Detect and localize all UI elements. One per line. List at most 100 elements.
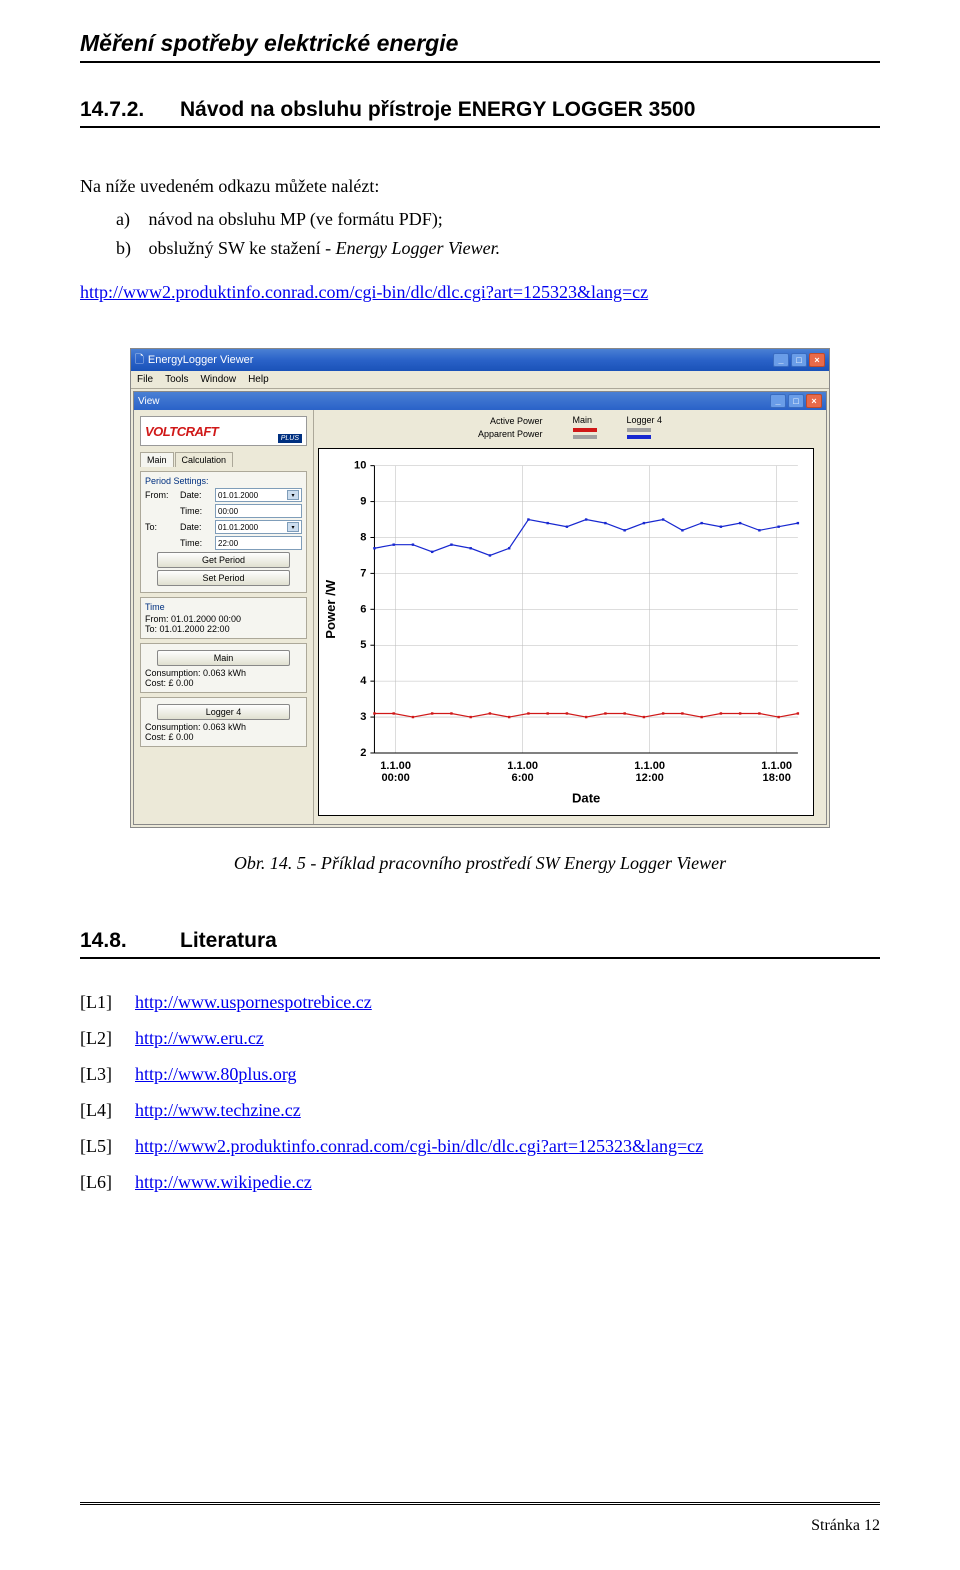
svg-text:1.1.00: 1.1.00 [761,761,792,773]
ref-link-1[interactable]: http://www.uspornespotrebice.cz [135,984,372,1020]
legend-active-label: Active Power [490,416,543,426]
ref-link-5[interactable]: http://www2.produktinfo.conrad.com/cgi-b… [135,1128,703,1164]
from-time-input[interactable]: 00:00 [215,504,302,518]
list-label-a: a) [116,205,144,234]
section-title: Návod na obsluhu přístroje ENERGY LOGGER… [180,98,695,122]
legend-swatch-gray [573,435,597,439]
chevron-down-icon[interactable]: ▾ [287,522,299,532]
legend-swatch-gray2 [627,428,651,432]
window-titlebar: 🗋 EnergyLogger Viewer _ □ × [131,349,829,371]
ref-link-6[interactable]: http://www.wikipedie.cz [135,1164,312,1200]
date-label: Date: [180,490,212,500]
to-date-input[interactable]: 01.01.2000 ▾ [215,520,302,534]
page-number: Stránka 12 [811,1517,880,1535]
svg-text:Power /W: Power /W [323,580,338,640]
voltcraft-plus-badge: PLUS [278,434,302,443]
set-period-button[interactable]: Set Period [157,570,290,586]
ref-row-1: [L1] http://www.uspornespotrebice.cz [80,984,880,1020]
document-title: Měření spotřeby elektrické energie [80,30,880,57]
from-label: From: [145,490,177,500]
legend-swatch-blue [627,435,651,439]
ref-link-2[interactable]: http://www.eru.cz [135,1020,264,1056]
main-cost: Cost: £ 0.00 [145,678,302,688]
list-item-a: a) návod na obsluhu MP (ve formátu PDF); [116,205,880,234]
get-period-button[interactable]: Get Period [157,552,290,568]
logger-stats-button[interactable]: Logger 4 [157,704,290,720]
section-number-lit: 14.8. [80,929,180,953]
legend-swatch-red [573,428,597,432]
close-button[interactable]: × [809,353,825,367]
svg-text:00:00: 00:00 [381,773,409,785]
intro-paragraph: Na níže uvedeném odkazu můžete nalézt: [80,173,880,201]
section-heading-lit: 14.8. Literatura [80,929,880,959]
list-item-b: b) obslužný SW ke stažení - Energy Logge… [116,234,880,263]
main-stats-group: Main Consumption: 0.063 kWh Cost: £ 0.00 [140,643,307,693]
svg-text:1.1.00: 1.1.00 [634,761,665,773]
tab-main[interactable]: Main [140,452,174,467]
svg-text:4: 4 [360,676,367,688]
inner-titlebar: View _ □ × [134,392,826,410]
menubar: File Tools Window Help [131,371,829,389]
svg-text:10: 10 [354,460,366,472]
inner-maximize-button[interactable]: □ [788,394,804,408]
ref-label-2: [L2] [80,1020,135,1056]
menu-file[interactable]: File [137,374,153,385]
ref-link-3[interactable]: http://www.80plus.org [135,1056,297,1092]
svg-text:1.1.00: 1.1.00 [507,761,538,773]
to-label: To: [145,522,177,532]
voltcraft-logo: VOLTCRAFT PLUS [140,416,307,446]
app-icon: 🗋 [135,351,144,370]
date-label-2: Date: [180,522,212,532]
main-consumption: Consumption: 0.063 kWh [145,668,302,678]
menu-window[interactable]: Window [200,374,236,385]
ref-label-3: [L3] [80,1056,135,1092]
footer-divider [80,1502,880,1505]
svg-text:9: 9 [360,496,366,508]
ref-row-6: [L6] http://www.wikipedie.cz [80,1164,880,1200]
chart-area: Active Power Apparent Power Main Logger … [314,410,826,824]
tab-calculation[interactable]: Calculation [175,452,234,467]
chevron-down-icon[interactable]: ▾ [287,490,299,500]
figure-caption: Obr. 14. 5 - Příklad pracovního prostřed… [80,853,880,874]
minimize-button[interactable]: _ [773,353,789,367]
app-title: EnergyLogger Viewer [148,354,254,366]
section-number: 14.7.2. [80,98,180,122]
ref-row-2: [L2] http://www.eru.cz [80,1020,880,1056]
inner-window: View _ □ × VOLTCRAFT PLUS Main Calculati… [133,391,827,825]
legend-apparent-label: Apparent Power [478,429,543,439]
svg-text:6: 6 [360,604,366,616]
ref-label-6: [L6] [80,1164,135,1200]
time-label-2: Time: [180,538,212,548]
legend-logger-label: Logger 4 [627,415,663,425]
svg-text:6:00: 6:00 [512,773,534,785]
svg-text:7: 7 [360,568,366,580]
section-heading-row: 14.7.2. Návod na obsluhu přístroje ENERG… [80,98,880,128]
to-date-value: 01.01.2000 [218,523,258,532]
main-download-link[interactable]: http://www2.produktinfo.conrad.com/cgi-b… [80,282,648,302]
list-text-a: návod na obsluhu MP (ve formátu PDF); [149,209,443,229]
inner-close-button[interactable]: × [806,394,822,408]
time-to-text: To: 01.01.2000 22:00 [145,624,302,634]
from-date-value: 01.01.2000 [218,491,258,500]
to-time-input[interactable]: 22:00 [215,536,302,550]
maximize-button[interactable]: □ [791,353,807,367]
ref-link-4[interactable]: http://www.techzine.cz [135,1092,301,1128]
menu-help[interactable]: Help [248,374,269,385]
svg-text:12:00: 12:00 [636,773,664,785]
from-date-input[interactable]: 01.01.2000 ▾ [215,488,302,502]
inner-minimize-button[interactable]: _ [770,394,786,408]
logger-consumption: Consumption: 0.063 kWh [145,722,302,732]
time-group-title: Time [145,602,302,612]
period-settings-group: Period Settings: From: Date: 01.01.2000 ▾… [140,471,307,593]
time-label: Time: [180,506,212,516]
screenshot-figure: 🗋 EnergyLogger Viewer _ □ × File Tools W… [130,348,830,828]
list-label-b: b) [116,234,144,263]
chart-plot: 23456789101.1.0000:001.1.006:001.1.0012:… [318,448,814,816]
period-settings-title: Period Settings: [145,476,302,486]
reference-list: [L1] http://www.uspornespotrebice.cz [L2… [80,984,880,1200]
document-header: Měření spotřeby elektrické energie [80,0,880,63]
svg-text:1.1.00: 1.1.00 [380,761,411,773]
menu-tools[interactable]: Tools [165,374,188,385]
time-group: Time From: 01.01.2000 00:00 To: 01.01.20… [140,597,307,639]
main-stats-button[interactable]: Main [157,650,290,666]
